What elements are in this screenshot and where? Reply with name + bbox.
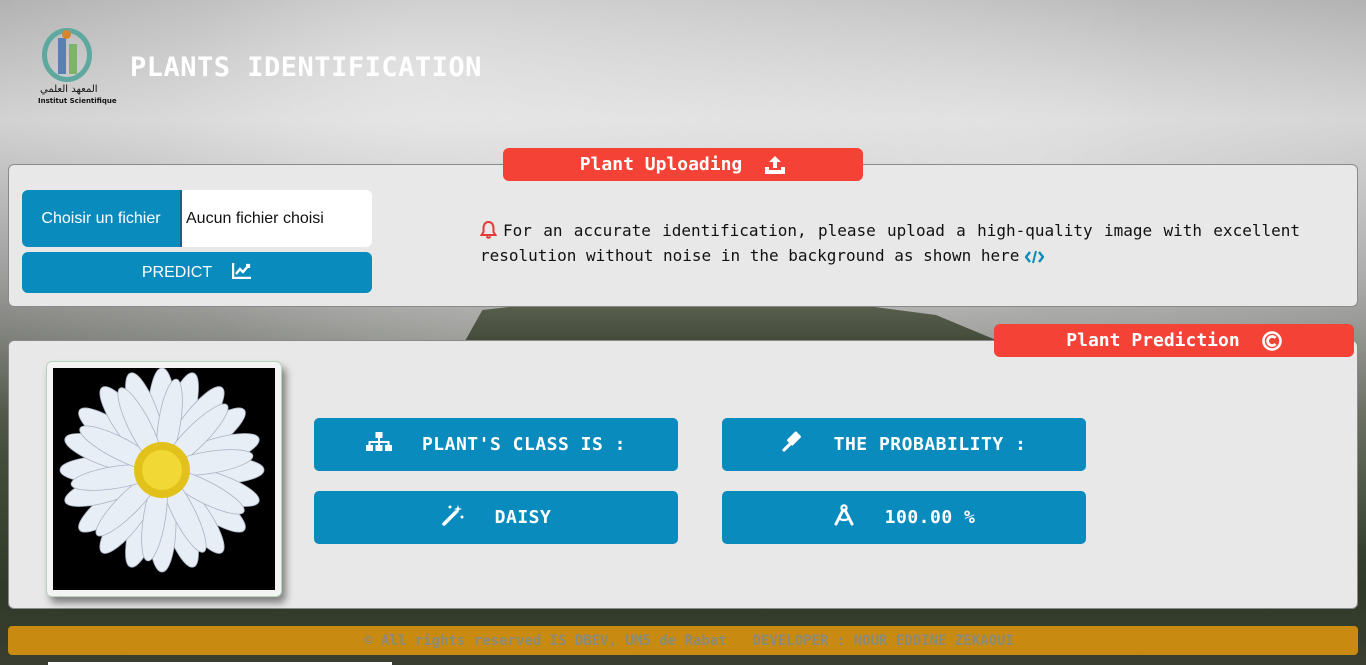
copyright-text: © All rights reserved IS DBEV, UM5 de Ra… <box>364 632 727 649</box>
probability-value: 100.00 % <box>884 507 976 528</box>
plant-class-value-box: DAISY <box>314 491 678 544</box>
probability-value-box: 100.00 % <box>722 491 1086 544</box>
predict-label: PREDICT <box>141 263 213 281</box>
upload-icon <box>764 155 786 175</box>
probability-label-box: THE PROBABILITY : <box>722 418 1086 471</box>
notice-text: For an accurate identification, please u… <box>480 221 1300 265</box>
plant-class-label-box: PLANT'S CLASS IS : <box>314 418 678 471</box>
drafting-compass-icon <box>833 504 855 531</box>
plant-class-label: PLANT'S CLASS IS : <box>421 434 627 455</box>
choose-file-button[interactable]: Choisir un fichier <box>22 190 182 247</box>
sitemap-icon <box>365 432 392 457</box>
chart-line-icon <box>231 262 252 284</box>
plant-prediction-label: Plant Prediction <box>1066 330 1240 351</box>
page-title: PLANTS IDENTIFICATION <box>130 52 482 83</box>
magic-wand-icon <box>441 503 465 532</box>
bell-icon <box>479 220 498 245</box>
logo-french-text: Institut Scientifique <box>38 97 117 105</box>
copyright-circle-icon <box>1261 330 1282 351</box>
plant-class-value: DAISY <box>494 507 552 528</box>
gavel-icon <box>782 431 804 458</box>
file-status-text: Aucun fichier choisi <box>186 209 324 227</box>
upload-notice: For an accurate identification, please u… <box>479 220 1300 270</box>
plant-prediction-tag: Plant Prediction <box>994 324 1354 357</box>
file-input[interactable]: Choisir un fichier Aucun fichier choisi <box>22 190 372 247</box>
plant-uploading-label: Plant Uploading <box>579 154 743 175</box>
daisy-flower-image <box>59 367 265 573</box>
footer: © All rights reserved IS DBEV, UM5 de Ra… <box>8 626 1358 655</box>
plant-uploading-tag: Plant Uploading <box>503 148 863 181</box>
code-icon[interactable] <box>1024 248 1045 270</box>
probability-label: THE PROBABILITY : <box>833 434 1027 455</box>
logo-arabic-text: المعهد العلمي <box>40 84 98 95</box>
uploaded-plant-image <box>46 361 282 597</box>
predict-button[interactable]: PREDICT <box>22 252 372 293</box>
institute-logo: المعهد العلمي Institut Scientifique <box>36 28 117 108</box>
developer-credit[interactable]: DEVELOPER : NOUR EDDINE ZEKAOUI <box>753 633 1014 649</box>
